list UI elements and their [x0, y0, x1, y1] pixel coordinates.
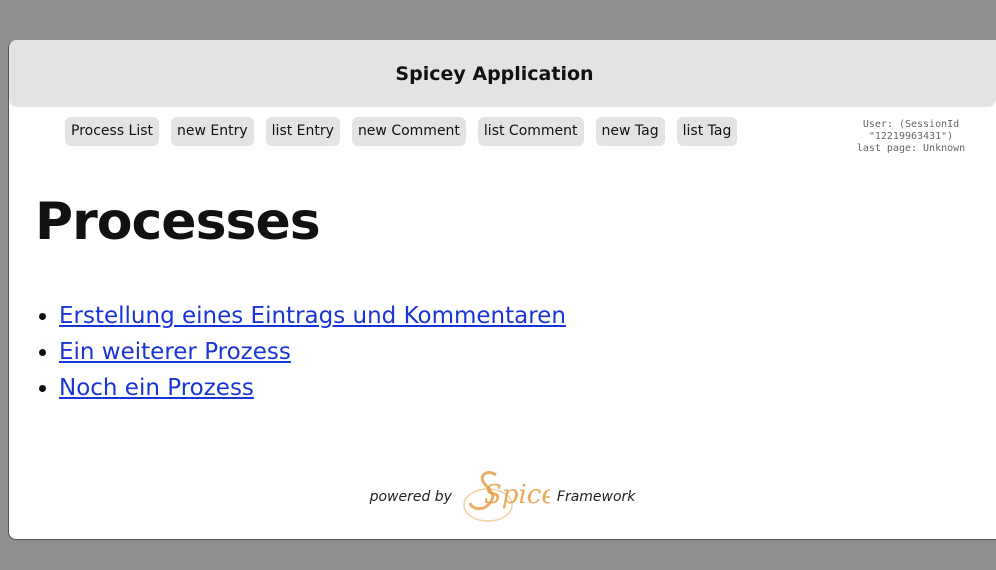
session-user-line: User: (SessionId	[862, 119, 960, 130]
svg-text:Spicey: Spicey	[484, 480, 550, 510]
nav-list-entry-button[interactable]: list Entry	[265, 117, 340, 146]
nav-list-tag-button[interactable]: list Tag	[676, 117, 738, 146]
process-link[interactable]: Erstellung eines Eintrags und Kommentare…	[59, 303, 566, 329]
session-info: User: (SessionId "12219963431") last pag…	[826, 119, 996, 155]
nav-new-comment-button[interactable]: new Comment	[351, 117, 466, 146]
nav-process-list-button[interactable]: Process List	[65, 117, 160, 146]
process-list: Erstellung eines Eintrags und Kommentare…	[33, 298, 566, 406]
list-item: Ein weiterer Prozess	[59, 334, 566, 370]
nav-list-comment-button[interactable]: list Comment	[477, 117, 584, 146]
page-container: Spicey Application Process List new Entr…	[8, 40, 996, 540]
list-item: Erstellung eines Eintrags und Kommentare…	[59, 298, 566, 334]
process-link[interactable]: Noch ein Prozess	[59, 375, 254, 401]
nav-bar: Process List new Entry list Entry new Co…	[65, 117, 749, 146]
session-id-line: "12219963431")	[868, 131, 954, 142]
list-item: Noch ein Prozess	[59, 370, 566, 406]
footer: powered by Spicey Framework	[9, 465, 996, 529]
spicey-logo: Spicey	[458, 465, 572, 529]
powered-by-text: powered by	[369, 489, 452, 505]
app-header: Spicey Application	[9, 40, 996, 107]
nav-new-tag-button[interactable]: new Tag	[595, 117, 665, 146]
app-title: Spicey Application	[395, 62, 594, 85]
page-title: Processes	[35, 192, 321, 252]
framework-text: Framework	[556, 489, 636, 505]
process-link[interactable]: Ein weiterer Prozess	[59, 339, 291, 365]
nav-new-entry-button[interactable]: new Entry	[171, 117, 254, 146]
session-last-page-line: last page: Unknown	[856, 143, 966, 154]
